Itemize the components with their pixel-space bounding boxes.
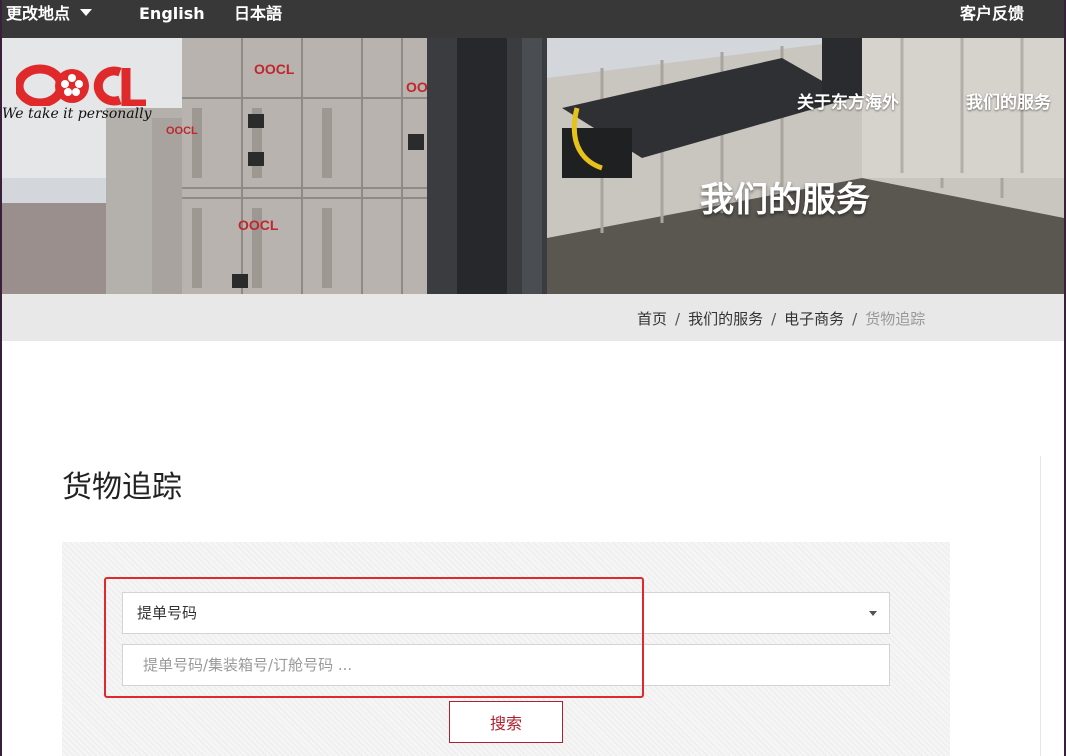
breadcrumb-separator: /: [852, 310, 858, 328]
language-english-link[interactable]: English: [139, 3, 205, 25]
svg-text:OOCL: OOCL: [166, 125, 198, 137]
oocl-logo-graphic: [16, 64, 146, 106]
customer-feedback-link[interactable]: 客户反馈: [960, 3, 1024, 25]
tracking-number-input[interactable]: [122, 644, 890, 686]
language-japanese-link[interactable]: 日本語: [234, 3, 282, 25]
breadcrumb-current: 货物追踪: [865, 310, 926, 328]
hero-title: 我们的服务: [700, 180, 870, 220]
change-location-label: 更改地点: [6, 4, 71, 23]
hero-banner: OOCL OOCL OO OOCL We take it personally …: [2, 38, 1064, 294]
search-button[interactable]: 搜索: [449, 701, 563, 743]
search-type-select[interactable]: 提单号码: [122, 592, 890, 634]
top-bar: 更改地点 English 日本語 客户反馈: [2, 0, 1064, 38]
breadcrumb-home[interactable]: 首页: [637, 310, 667, 328]
breadcrumb-separator: /: [675, 310, 681, 328]
brand-slogan: We take it personally: [2, 106, 152, 122]
svg-text:OO: OO: [406, 79, 428, 95]
breadcrumb-bar: 首页 / 我们的服务 / 电子商务 / 货物追踪: [2, 294, 1064, 341]
breadcrumb-separator: /: [771, 310, 777, 328]
nav-our-services[interactable]: 我们的服务: [966, 88, 1051, 113]
change-location-dropdown[interactable]: 更改地点: [6, 3, 93, 25]
caret-down-icon: [80, 9, 93, 16]
page-title: 货物追踪: [62, 470, 182, 505]
breadcrumb-ecommerce[interactable]: 电子商务: [784, 310, 844, 328]
breadcrumb-our-services[interactable]: 我们的服务: [688, 310, 763, 328]
svg-text:OOCL: OOCL: [254, 61, 295, 77]
svg-text:OOCL: OOCL: [238, 217, 279, 233]
search-type-selected: 提单号码: [137, 604, 198, 622]
content-divider: [1040, 456, 1041, 756]
nav-about-oocl[interactable]: 关于东方海外: [797, 88, 899, 113]
hero-background-image: OOCL OOCL OO OOCL: [2, 38, 1064, 294]
dropdown-arrow-icon: [869, 611, 877, 616]
breadcrumb: 首页 / 我们的服务 / 电子商务 / 货物追踪: [637, 308, 925, 329]
